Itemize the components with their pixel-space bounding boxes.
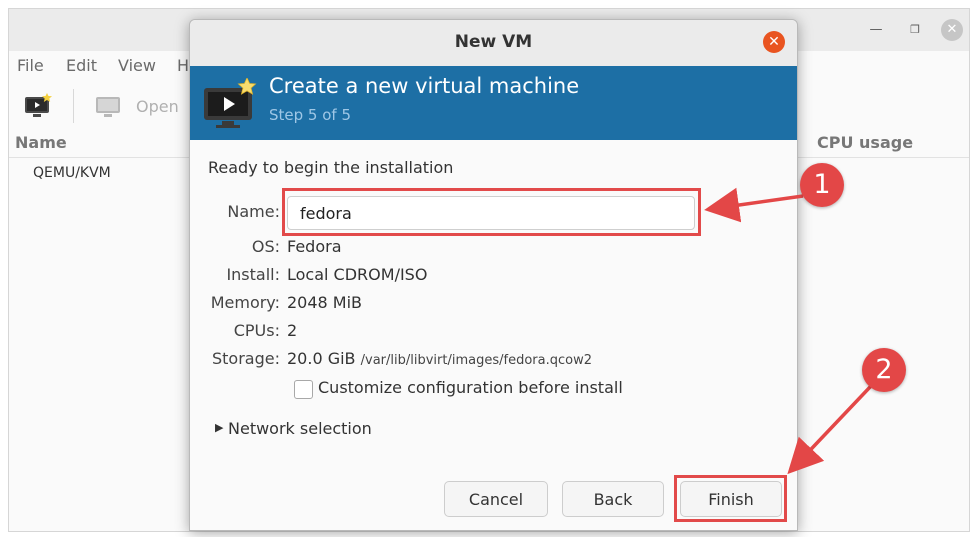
annotation-arrows	[704, 187, 873, 475]
arrow-to-name	[704, 187, 804, 223]
arrow-to-finish	[787, 384, 873, 475]
callout-badge-2: 2	[862, 348, 906, 392]
callout-badge-1: 1	[800, 163, 844, 207]
